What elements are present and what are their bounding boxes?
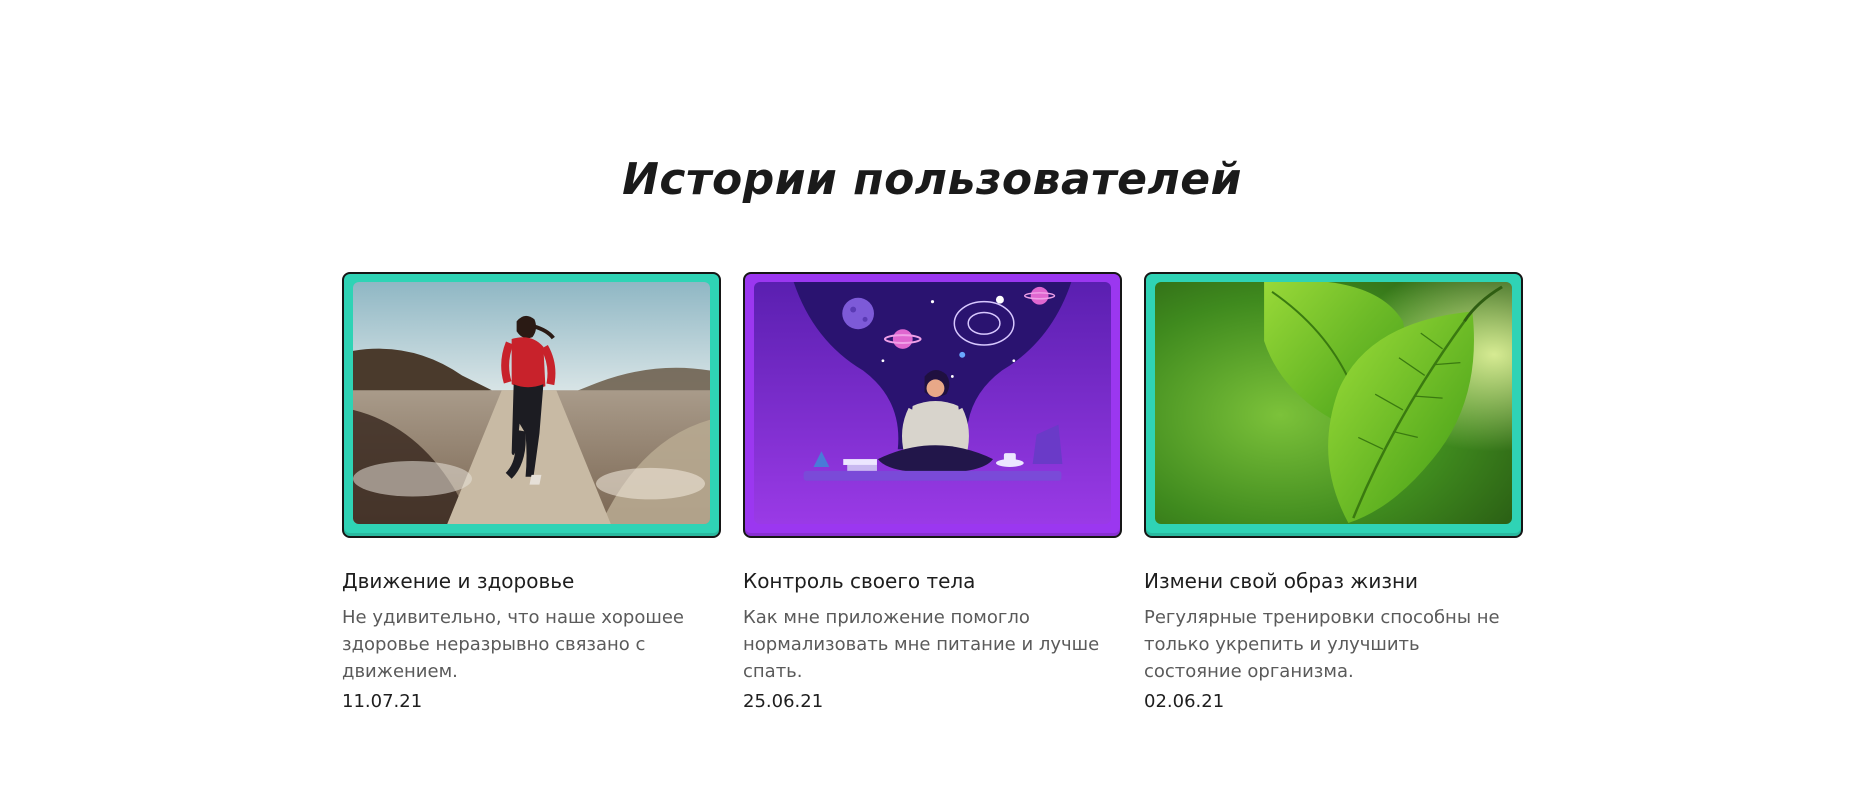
story-card-date: 11.07.21 bbox=[342, 691, 423, 712]
story-card-title[interactable]: Контроль своего тела bbox=[743, 568, 1122, 594]
runner-photo[interactable] bbox=[353, 282, 710, 524]
leaves-photo[interactable] bbox=[1155, 282, 1512, 524]
story-card-text: Регулярные тренировки способны не только… bbox=[1144, 607, 1500, 682]
story-card-frame bbox=[743, 272, 1122, 538]
story-card-frame bbox=[1144, 272, 1523, 538]
story-cards: Движение и здоровье Не удивительно, что … bbox=[342, 272, 1523, 715]
story-card-text: Не удивительно, что наше хорошее здоровь… bbox=[342, 607, 684, 682]
user-stories-section: Истории пользователей Движение и здоровь… bbox=[0, 0, 1864, 804]
story-card-date: 25.06.21 bbox=[743, 691, 824, 712]
story-card-title[interactable]: Движение и здоровье bbox=[342, 568, 721, 594]
story-card-body-control[interactable]: Контроль своего тела Как мне приложение … bbox=[743, 272, 1122, 715]
story-card-lifestyle[interactable]: Измени свой образ жизни Регулярные трени… bbox=[1144, 272, 1523, 715]
meditation-illustration[interactable] bbox=[754, 282, 1111, 524]
story-card-title[interactable]: Измени свой образ жизни bbox=[1144, 568, 1523, 594]
section-title: Истории пользователей bbox=[622, 154, 1242, 205]
story-card-frame bbox=[342, 272, 721, 538]
story-card-date: 02.06.21 bbox=[1144, 691, 1225, 712]
story-card-text: Как мне приложение помогло нормализовать… bbox=[743, 607, 1100, 682]
story-card-movement[interactable]: Движение и здоровье Не удивительно, что … bbox=[342, 272, 721, 715]
